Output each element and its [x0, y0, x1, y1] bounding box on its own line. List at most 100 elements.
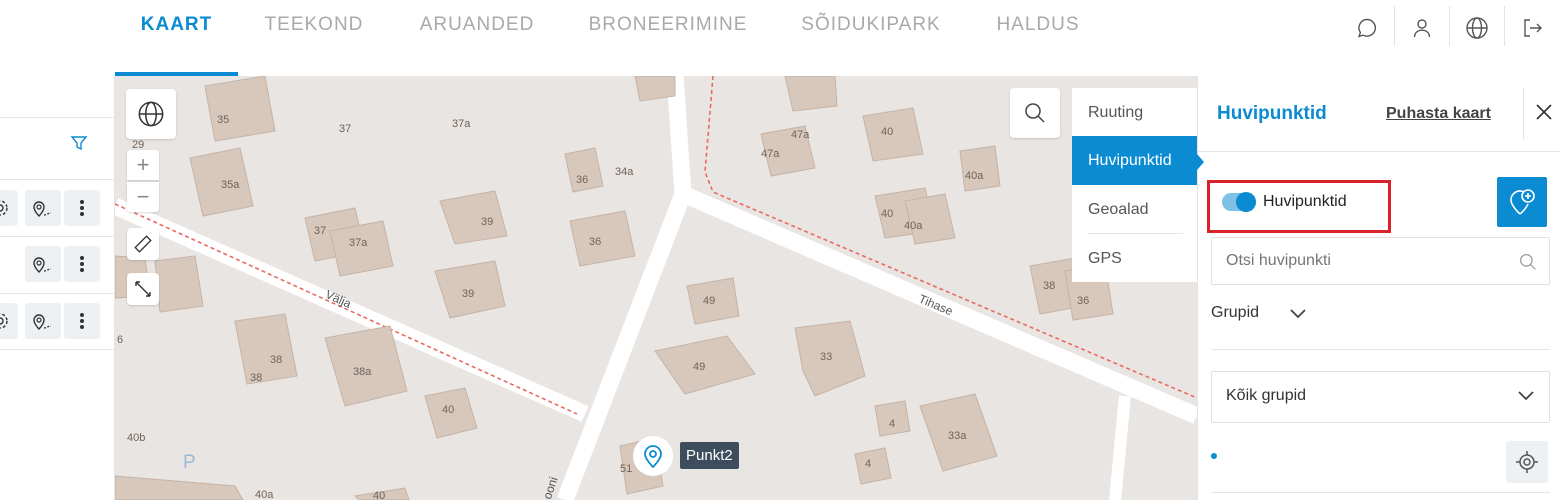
building-number: 38a	[353, 366, 372, 378]
zoom-out-label: −	[136, 184, 150, 209]
divider	[1211, 349, 1550, 350]
building-number: 39	[481, 216, 494, 228]
building-number: 37	[314, 225, 327, 237]
poi-toggle[interactable]	[1222, 192, 1256, 212]
fullscreen-button[interactable]	[127, 273, 159, 305]
building-number: 47a	[761, 148, 780, 160]
chevron-down-icon[interactable]	[1289, 307, 1307, 326]
groups-select[interactable]: Kõik grupid	[1211, 371, 1550, 423]
location-history-icon[interactable]	[25, 246, 61, 282]
expand-icon	[135, 281, 151, 297]
building-number: 33	[820, 351, 833, 363]
building-number: 37a	[349, 237, 368, 249]
building-number: 35	[217, 114, 230, 126]
map-search-button[interactable]	[1010, 88, 1060, 138]
layer-menu-huvipunktid[interactable]: Huvipunktid	[1072, 136, 1197, 185]
building-number: 40a	[965, 170, 984, 182]
user-icon[interactable]	[1400, 6, 1444, 50]
poi-marker[interactable]	[633, 436, 673, 476]
globe-icon[interactable]	[1455, 6, 1499, 50]
gear-icon[interactable]	[0, 303, 18, 339]
more-options-icon[interactable]	[64, 190, 100, 226]
layer-menu-gps[interactable]: GPS	[1072, 234, 1197, 283]
building-number: 38	[1043, 280, 1056, 292]
poi-search-field[interactable]	[1211, 237, 1550, 285]
toggle-knob	[1236, 192, 1256, 212]
building-number: 38	[250, 372, 263, 384]
active-pointer	[1197, 154, 1204, 170]
building-number: 6	[117, 334, 124, 346]
location-history-icon[interactable]	[25, 190, 61, 226]
tab-haldus[interactable]: HALDUS	[985, 0, 1091, 76]
divider	[1504, 6, 1505, 46]
locate-button[interactable]	[1506, 441, 1548, 483]
add-poi-button[interactable]	[1497, 177, 1547, 227]
top-navigation: KAART TEEKOND ARUANDED BRONEERIMINE SÕID…	[0, 0, 1560, 76]
building-number: 34a	[615, 166, 634, 178]
divider	[0, 236, 114, 237]
building-number: 37a	[452, 118, 471, 130]
poi-marker-label[interactable]: Punkt2	[680, 442, 739, 469]
chat-icon[interactable]	[1345, 6, 1389, 50]
layer-menu: Ruuting Huvipunktid Geoalad GPS	[1072, 88, 1197, 282]
building-number: 40a	[904, 220, 923, 232]
map-pin-icon	[644, 445, 662, 468]
tab-aruanded[interactable]: ARUANDED	[405, 0, 549, 76]
gear-icon[interactable]	[0, 190, 18, 226]
tab-kaart[interactable]: KAART	[115, 0, 238, 76]
measure-ruler-button[interactable]	[127, 228, 159, 260]
crosshair-icon	[1516, 451, 1538, 473]
filter-icon[interactable]	[70, 134, 88, 157]
close-icon[interactable]	[1534, 102, 1554, 127]
tab-soidukipark[interactable]: SÕIDUKIPARK	[790, 0, 952, 76]
zoom-in-button[interactable]: +	[127, 150, 159, 180]
group-color-dot	[1211, 453, 1217, 459]
poi-panel: Huvipunktid Puhasta kaart Huvipunktid Gr…	[1197, 76, 1560, 500]
building-number: 40	[881, 126, 894, 138]
divider	[0, 117, 114, 118]
building-number: 40	[881, 208, 894, 220]
building-number: 38	[270, 354, 283, 366]
building-number: 37	[339, 123, 352, 135]
tab-broneerimine[interactable]: BRONEERIMINE	[580, 0, 756, 76]
building-number: 35a	[221, 179, 240, 191]
search-icon	[1519, 253, 1537, 276]
divider	[0, 349, 114, 350]
building-number: 36	[589, 236, 602, 248]
building-number: 39	[462, 288, 475, 300]
chevron-down-icon	[1517, 389, 1535, 408]
poi-search-input[interactable]	[1212, 238, 1502, 284]
divider	[0, 293, 114, 294]
building-number: 4	[889, 418, 896, 430]
logout-icon[interactable]	[1510, 6, 1554, 50]
clear-map-link[interactable]: Puhasta kaart	[1386, 105, 1491, 123]
location-history-icon[interactable]	[25, 303, 61, 339]
add-location-icon	[1510, 189, 1535, 215]
building-number: 40	[442, 404, 455, 416]
tab-teekond[interactable]: TEEKOND	[250, 0, 378, 76]
panel-title: Huvipunktid	[1217, 103, 1327, 124]
building-number: 36	[576, 174, 589, 186]
building-number: 51	[620, 463, 633, 475]
more-options-icon[interactable]	[64, 303, 100, 339]
vehicle-list-panel	[0, 76, 115, 500]
divider	[1394, 6, 1395, 46]
divider	[0, 179, 114, 180]
building-number: 40	[373, 490, 386, 500]
globe-icon	[138, 101, 164, 127]
building-number: 49	[703, 295, 716, 307]
map-canvas[interactable]: 35 37 37a 29 35a 36 34a 39 37 37a 36 39 …	[115, 76, 1197, 500]
zoom-out-button[interactable]: −	[127, 182, 159, 212]
groups-label: Grupid	[1211, 304, 1260, 321]
building-number: 47a	[791, 129, 810, 141]
poi-toggle-label: Huvipunktid	[1263, 193, 1347, 210]
map-layer-globe-button[interactable]	[126, 89, 176, 139]
layer-menu-geoalad[interactable]: Geoalad	[1072, 185, 1197, 234]
divider	[1449, 6, 1450, 46]
layer-menu-ruuting[interactable]: Ruuting	[1072, 88, 1197, 137]
building-number: 40b	[127, 432, 146, 444]
search-icon	[1025, 103, 1045, 123]
more-options-icon[interactable]	[64, 246, 100, 282]
ruler-icon	[134, 235, 152, 253]
groups-select-value: Kõik grupid	[1226, 387, 1307, 404]
